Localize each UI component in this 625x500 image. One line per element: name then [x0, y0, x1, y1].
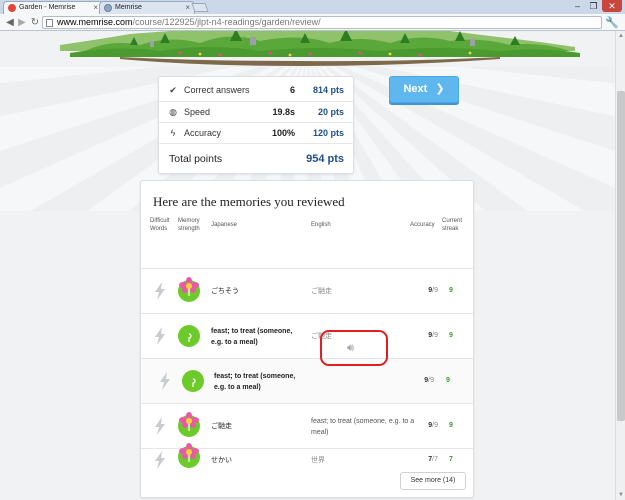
- english-cell: ご馳走: [311, 288, 332, 295]
- scroll-down-icon[interactable]: ▼: [617, 491, 625, 499]
- memory-sprout-icon: [178, 325, 200, 347]
- reload-icon[interactable]: ↻: [28, 16, 42, 29]
- memrise-favicon-icon: [8, 4, 16, 12]
- english-cell: feast; to treat (someone, e.g. to a meal…: [311, 418, 415, 436]
- table-row: ごちそう ご馳走 9/9 9: [141, 268, 473, 313]
- url-host: www.memrise.com: [57, 17, 133, 27]
- stat-points: 814 pts: [312, 85, 344, 95]
- tab-title: Garden - Memrise: [19, 4, 76, 11]
- memory-flower-icon: [178, 412, 200, 437]
- check-icon: ✔: [169, 85, 177, 95]
- accuracy-total: /9: [432, 287, 438, 294]
- table-row: ご馳走 feast; to treat (someone, e.g. to a …: [141, 403, 473, 448]
- garden-banner: [0, 31, 615, 67]
- minimize-icon[interactable]: ‒: [570, 0, 585, 12]
- new-tab-button[interactable]: [191, 3, 209, 12]
- memory-flower-icon: [178, 443, 200, 468]
- tab-bar: Garden - Memrise × Memrise × ‒ ❐ ✕: [0, 0, 625, 14]
- total-value: 954 pts: [306, 153, 344, 165]
- difficult-bolt-icon[interactable]: [154, 417, 166, 435]
- accuracy-total: /7: [432, 456, 438, 463]
- review-panel: Here are the memories you reviewed Diffi…: [140, 180, 474, 498]
- memory-sprout-icon: [182, 370, 204, 392]
- page-icon: [46, 19, 53, 27]
- accuracy-cell: 9/9: [418, 422, 438, 429]
- annotation-highlight: [320, 330, 388, 366]
- english-cell: 世界: [311, 457, 325, 464]
- forward-icon[interactable]: ▶: [15, 16, 29, 29]
- col-header-memory: Memory strength: [178, 218, 200, 232]
- col-header-streak: Current streak: [442, 218, 463, 232]
- tab-garden[interactable]: Garden - Memrise ×: [3, 1, 103, 14]
- stat-points: 20 pts: [317, 107, 344, 117]
- loading-favicon-icon: [104, 4, 112, 12]
- review-title: Here are the memories you reviewed: [153, 194, 345, 209]
- see-more-button[interactable]: See more (14): [400, 472, 466, 490]
- accuracy-total: /9: [432, 332, 438, 339]
- col-header-difficult: Difficult Words: [150, 218, 170, 232]
- difficult-bolt-icon[interactable]: [154, 451, 166, 469]
- accuracy-cell: 7/7: [418, 456, 438, 463]
- scroll-thumb[interactable]: [617, 91, 625, 421]
- tab-title: Memrise: [115, 4, 142, 11]
- stats-panel: ✔ Correct answers 6 814 pts ◍ Speed 19.8…: [158, 76, 355, 174]
- memory-flower-icon: [178, 277, 200, 302]
- streak-cell: 9: [449, 422, 453, 429]
- stopwatch-icon: ◍: [169, 107, 177, 117]
- streak-cell: 9: [446, 377, 450, 384]
- table-row: feast; to treat (someone, e.g. to a meal…: [141, 313, 473, 358]
- maximize-icon[interactable]: ❐: [586, 0, 601, 12]
- stat-row-accuracy: ϟ Accuracy 100% 120 pts: [159, 122, 355, 143]
- japanese-cell: ごちそう: [211, 288, 239, 295]
- next-button[interactable]: Next ❯: [389, 76, 459, 103]
- streak-cell: 9: [449, 332, 453, 339]
- table-row: feast; to treat (someone, e.g. to a meal…: [141, 358, 473, 403]
- accuracy-total: /9: [432, 422, 438, 429]
- table-row: せかい 世界 7/7 7: [141, 443, 473, 470]
- japanese-cell: せかい: [211, 457, 232, 464]
- col-header-accuracy: Accuracy: [410, 222, 435, 228]
- page-content: ✔ Correct answers 6 814 pts ◍ Speed 19.8…: [0, 31, 615, 500]
- accuracy-total: /9: [428, 377, 434, 384]
- chevron-right-icon: ❯: [435, 83, 445, 95]
- streak-cell: 9: [449, 287, 453, 294]
- stat-points: 120 pts: [312, 128, 344, 138]
- streak-cell: 7: [449, 456, 453, 463]
- scrollbar[interactable]: ▲ ▼: [615, 31, 625, 500]
- next-label: Next: [403, 83, 428, 95]
- url-path: /course/122925/jlpt-n4-readings/garden/r…: [132, 17, 321, 27]
- total-points-row: Total points 954 pts: [159, 143, 355, 174]
- japanese-cell: feast; to treat (someone, e.g. to a meal…: [214, 373, 296, 391]
- tab-memrise[interactable]: Memrise ×: [99, 1, 195, 14]
- scroll-up-icon[interactable]: ▲: [617, 32, 625, 40]
- col-header-japanese: Japanese: [211, 222, 238, 228]
- stat-row-correct: ✔ Correct answers 6 814 pts: [159, 80, 355, 101]
- stat-row-speed: ◍ Speed 19.8s 20 pts: [159, 101, 355, 122]
- bolt-icon: ϟ: [170, 128, 176, 138]
- japanese-cell: feast; to treat (someone, e.g. to a meal…: [211, 328, 293, 346]
- accuracy-cell: 9/9: [418, 287, 438, 294]
- difficult-bolt-icon[interactable]: [159, 372, 171, 390]
- col-header-english: English: [311, 222, 331, 228]
- stat-value: 19.8s: [272, 107, 295, 117]
- accuracy-cell: 9/9: [414, 377, 434, 384]
- window-close-icon[interactable]: ✕: [602, 0, 622, 12]
- close-tab-icon[interactable]: ×: [93, 2, 98, 14]
- difficult-bolt-icon[interactable]: [154, 282, 166, 300]
- stat-label: Accuracy: [184, 128, 222, 138]
- close-tab-icon[interactable]: ×: [185, 2, 190, 14]
- difficult-bolt-icon[interactable]: [154, 327, 166, 345]
- total-label: Total points: [169, 153, 223, 165]
- address-bar[interactable]: www.memrise.com/course/122925/jlpt-n4-re…: [42, 16, 602, 29]
- browser-toolbar: ◀ ▶ ↻ www.memrise.com/course/122925/jlpt…: [0, 14, 625, 31]
- wrench-menu-icon[interactable]: 🔧: [605, 16, 619, 29]
- stat-label: Speed: [184, 107, 211, 117]
- stat-label: Correct answers: [184, 85, 250, 95]
- japanese-cell: ご馳走: [211, 423, 232, 430]
- accuracy-cell: 9/9: [418, 332, 438, 339]
